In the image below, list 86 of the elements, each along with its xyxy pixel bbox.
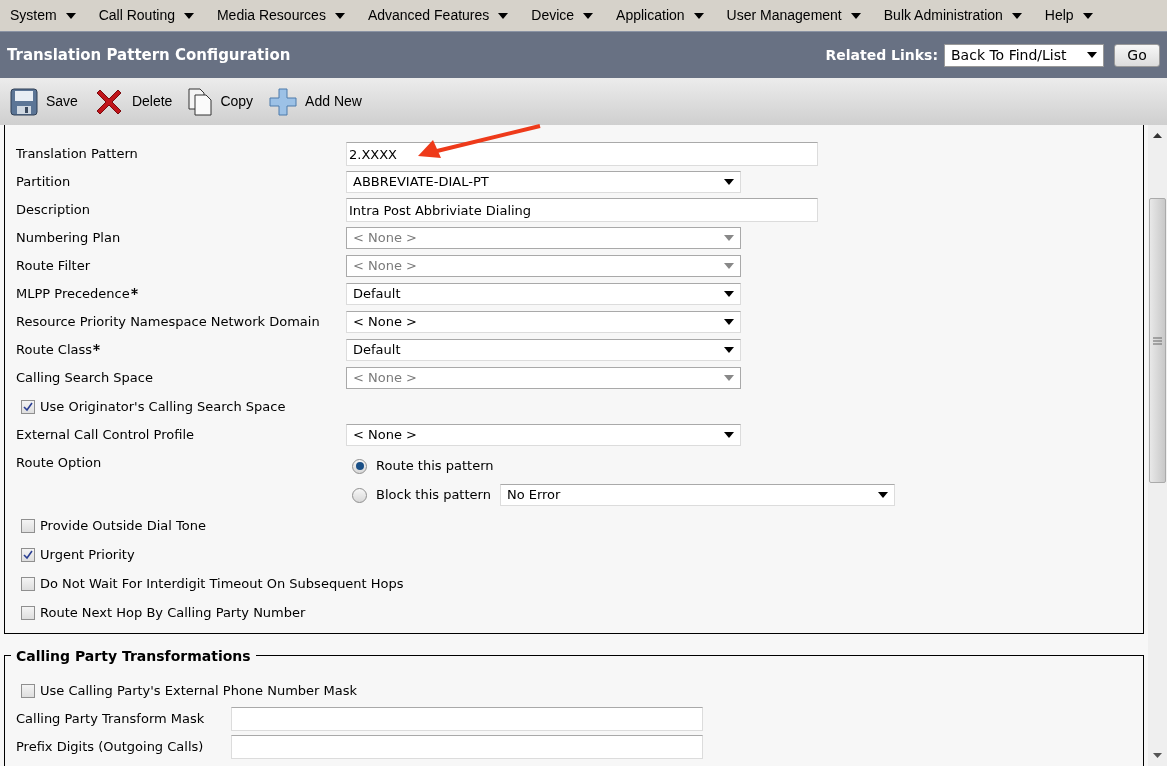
radio-button[interactable] [352, 458, 367, 474]
required-asterisk-icon [93, 343, 101, 351]
field-label: Partition [16, 173, 71, 192]
scroll-down-arrow-icon [1153, 753, 1162, 758]
dropdown[interactable]: < None > [346, 424, 741, 446]
checkbox-label: Route Next Hop By Calling Party Number [40, 603, 306, 622]
field-label: Route Filter [16, 257, 91, 276]
add-button[interactable]: Add New [269, 87, 362, 116]
checkbox[interactable] [21, 399, 35, 414]
required-asterisk-icon [130, 287, 138, 295]
save-button[interactable]: Save [10, 87, 78, 116]
dropdown-arrow-icon [1011, 12, 1022, 19]
scrollbar-thumb[interactable] [1149, 198, 1166, 483]
checkbox[interactable] [21, 683, 35, 698]
dropdown-arrow-icon [850, 12, 861, 19]
dropdown-arrow-icon [724, 319, 734, 325]
dropdown-arrow-icon [498, 12, 509, 19]
grip-icon [1153, 336, 1162, 345]
related-links-label: Related Links: [825, 45, 938, 65]
checkbox-label: Use Originator's Calling Search Space [40, 397, 286, 416]
dropdown[interactable]: < None > [346, 311, 741, 333]
dropdown-arrow-icon [724, 375, 734, 381]
dropdown-arrow-icon [183, 12, 194, 19]
checkbox[interactable] [21, 605, 35, 620]
checkbox-label: Do Not Wait For Interdigit Timeout On Subsequent Hops [40, 574, 404, 593]
field-label: Calling Party Transform Mask [16, 710, 205, 729]
dropdown-arrow-icon [724, 179, 734, 185]
checkmark-icon [23, 401, 33, 412]
scroll-up-arrow-icon [1153, 133, 1162, 138]
dropdown-arrow-icon [724, 347, 734, 353]
dropdown[interactable]: No Error [499, 484, 895, 506]
menu-item[interactable]: Help [1044, 5, 1093, 26]
text-field[interactable] [231, 735, 703, 759]
dropdown[interactable]: Default [346, 339, 741, 361]
copy-button[interactable]: Copy [188, 87, 254, 116]
dropdown-arrow-icon [1082, 12, 1093, 19]
checkbox-label: Provide Outside Dial Tone [40, 516, 206, 535]
checkbox-label: Urgent Priority [40, 545, 135, 564]
dropdown[interactable]: ABBREVIATE-DIAL-PT [346, 171, 741, 193]
checkmark-icon [23, 549, 33, 560]
checkbox[interactable] [21, 518, 35, 533]
menu-item[interactable]: Device [531, 5, 594, 26]
page-title: Translation Pattern Configuration [7, 44, 291, 66]
text-field[interactable]: Intra Post Abbriviate Dialing [346, 198, 818, 222]
dropdown-arrow-icon [724, 235, 734, 241]
menu-item[interactable]: Advanced Features [367, 5, 509, 26]
radio-label: Block this pattern [376, 486, 491, 505]
copy-icon [188, 87, 213, 116]
radio-button[interactable] [352, 487, 367, 503]
dropdown[interactable]: Default [346, 283, 741, 305]
dropdown-arrow-icon [693, 12, 704, 19]
plus-icon [269, 87, 298, 116]
text-field[interactable] [231, 707, 703, 731]
field-label: Calling Search Space [16, 369, 153, 388]
menu-item[interactable]: Application [616, 5, 704, 26]
menu-item[interactable]: User Management [726, 5, 861, 26]
dropdown-arrow-icon [724, 291, 734, 297]
menu-item[interactable]: Bulk Administration [883, 5, 1022, 26]
checkbox[interactable] [21, 547, 35, 562]
menu-item[interactable]: System [10, 5, 76, 26]
field-label: External Call Control Profile [16, 426, 194, 445]
go-button[interactable]: Go [1114, 43, 1160, 67]
related-links-dropdown[interactable]: Back To Find/List [944, 43, 1104, 67]
field-label: Resource Priority Namespace Network Domain [16, 313, 320, 332]
dropdown-arrow-icon [334, 12, 345, 19]
field-label: MLPP Precedence [16, 285, 130, 304]
checkbox[interactable] [21, 576, 35, 591]
dropdown-arrow-icon [65, 12, 76, 19]
field-label: Translation Pattern [16, 145, 138, 164]
text-field[interactable]: 2.XXXX [346, 142, 818, 166]
delete-button[interactable]: Delete [93, 86, 173, 117]
field-label: Numbering Plan [16, 229, 121, 248]
field-label: Description [16, 201, 91, 220]
dropdown-arrow-icon [583, 12, 594, 19]
scrollbar[interactable] [1148, 125, 1167, 766]
dropdown-arrow-icon [1087, 52, 1097, 58]
menu-item[interactable]: Media Resources [216, 5, 345, 26]
radio-label: Route this pattern [376, 457, 494, 476]
field-label: Route Option [16, 455, 102, 470]
checkbox-label: Use Calling Party's External Phone Number Mask [40, 681, 358, 700]
field-label: Prefix Digits (Outgoing Calls) [16, 738, 204, 757]
field-label: Route Class [16, 341, 93, 360]
dropdown-arrow-icon [724, 432, 734, 438]
dropdown-arrow-icon [724, 263, 734, 269]
dropdown-arrow-icon [877, 492, 888, 498]
menu-item[interactable]: Call Routing [98, 5, 194, 26]
